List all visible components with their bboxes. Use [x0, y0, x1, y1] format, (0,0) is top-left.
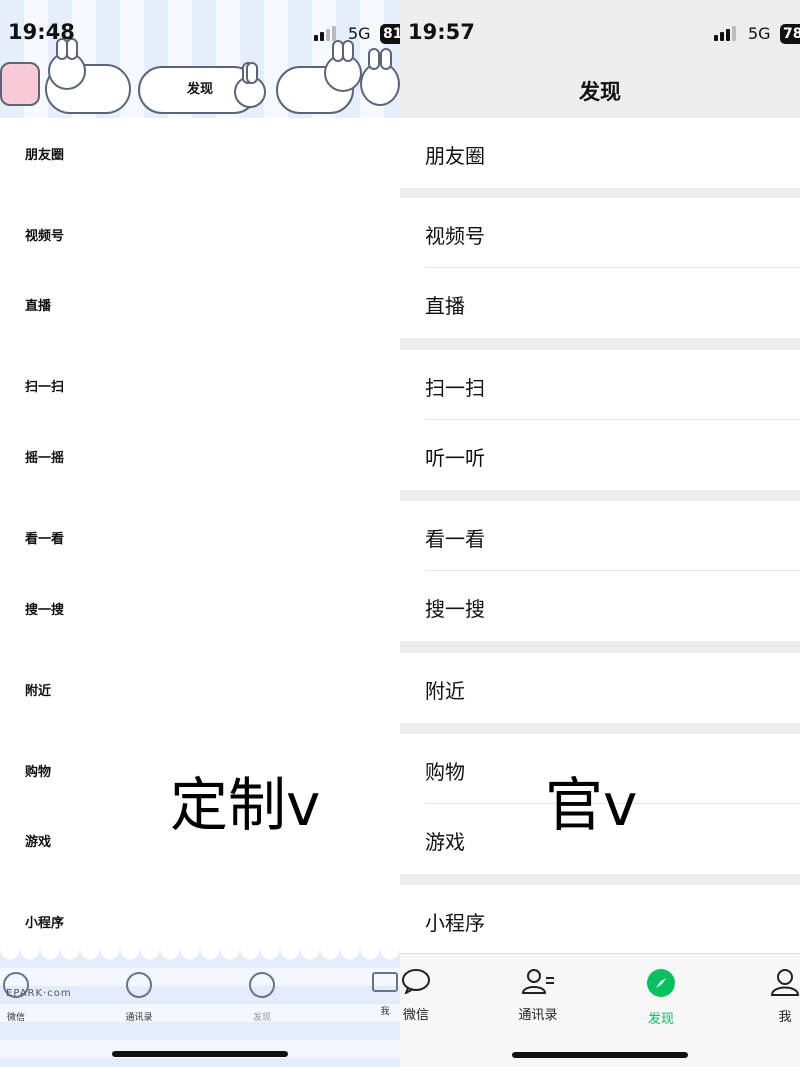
tab-me[interactable]: 我 — [355, 972, 400, 1017]
menu-label: 游戏 — [425, 830, 465, 854]
network-label: 5G — [748, 24, 771, 43]
menu-label: 朋友圈 — [425, 144, 485, 168]
tab-bar: 微信 通讯录 发现 我 — [400, 953, 800, 1067]
battery-icon: 78 — [780, 24, 800, 44]
contacts-icon — [126, 972, 152, 998]
menu-shake[interactable]: 摇一摇 — [25, 447, 64, 466]
menu-live[interactable]: 直播 — [25, 295, 51, 314]
tab-label: 发现 — [252, 1013, 271, 1023]
menu-moments[interactable]: 朋友圈 — [400, 118, 800, 188]
menu-label: 购物 — [425, 760, 465, 784]
discover-icon — [249, 972, 275, 998]
tab-discover[interactable]: 发现 — [621, 968, 701, 1027]
custom-theme-panel: 发现 19:48 5G 81 朋友圈 视频号 直播 扫一扫 摇一摇 看一看 搜一… — [0, 0, 400, 1067]
page-title: 发现 — [579, 80, 621, 104]
menu-label: 小程序 — [425, 911, 485, 935]
menu-mini-programs[interactable]: 小程序 — [25, 912, 64, 931]
tab-chats[interactable]: 微信 — [400, 968, 456, 1023]
tab-label: 我 — [380, 1007, 390, 1017]
tab-label: 通讯录 — [518, 1008, 558, 1023]
tab-label: 我 — [778, 1010, 792, 1025]
home-indicator[interactable] — [112, 1051, 288, 1057]
signal-icon — [314, 26, 336, 41]
watermark: EPARK·com — [6, 988, 72, 999]
menu-games[interactable]: 游戏 — [25, 831, 51, 850]
menu-label: 听一听 — [425, 446, 485, 470]
tab-discover[interactable]: 发现 — [232, 972, 292, 1023]
menu-label: 搜一搜 — [425, 597, 485, 621]
person-icon — [770, 969, 800, 996]
overlay-label: 定制v — [170, 771, 321, 839]
status-bar: 19:48 5G 81 — [0, 18, 400, 48]
tab-label: 通讯录 — [125, 1013, 153, 1023]
menu-channels[interactable]: 视频号 — [25, 225, 64, 244]
contacts-icon — [521, 969, 554, 994]
menu-top-stories[interactable]: 看一看 — [25, 528, 64, 547]
menu-label: 看一看 — [425, 527, 485, 551]
menu-nearby[interactable]: 附近 — [25, 680, 51, 699]
signal-icon — [714, 26, 736, 41]
menu-scan[interactable]: 扫一扫 — [25, 376, 64, 395]
mail-icon — [372, 972, 398, 992]
network-label: 5G — [348, 24, 371, 43]
tab-contacts[interactable]: 通讯录 — [109, 972, 169, 1023]
chat-icon — [402, 969, 430, 996]
status-time: 19:57 — [408, 20, 475, 44]
tab-me[interactable]: 我 — [745, 968, 800, 1025]
menu-channels[interactable]: 视频号 — [400, 198, 800, 268]
tab-bar: 微信 通讯录 发现 我 EPARK·com — [0, 950, 400, 1067]
wave-border — [0, 950, 400, 962]
tab-label: 发现 — [647, 1012, 674, 1027]
menu-label: 视频号 — [425, 224, 485, 248]
menu-top-stories[interactable]: 看一看 — [400, 501, 800, 571]
page-title: 发现 — [186, 82, 213, 97]
menu-search[interactable]: 搜一搜 — [25, 599, 64, 618]
menu-listen[interactable]: 听一听 — [400, 420, 800, 490]
tab-contacts[interactable]: 通讯录 — [498, 968, 578, 1023]
status-bar: 19:57 5G 78 — [400, 18, 800, 48]
menu-label: 直播 — [425, 294, 465, 318]
menu-label: 扫一扫 — [425, 376, 485, 400]
menu-label: 附近 — [425, 679, 465, 703]
status-time: 19:48 — [8, 20, 75, 44]
tab-label: 微信 — [402, 1008, 429, 1023]
tab-label: 微信 — [6, 1013, 25, 1023]
compass-icon — [647, 969, 675, 997]
battery-icon: 81 — [380, 24, 400, 44]
menu-scan[interactable]: 扫一扫 — [400, 350, 800, 420]
overlay-label: 官v — [545, 771, 638, 839]
home-indicator[interactable] — [512, 1052, 688, 1058]
menu-shopping[interactable]: 购物 — [25, 761, 51, 780]
menu-live[interactable]: 直播 — [400, 268, 800, 338]
menu-moments[interactable]: 朋友圈 — [25, 144, 64, 163]
menu-mini-programs[interactable]: 小程序 — [400, 885, 800, 955]
menu-nearby[interactable]: 附近 — [400, 653, 800, 723]
menu-search[interactable]: 搜一搜 — [400, 571, 800, 641]
official-theme-panel: 19:57 5G 78 发现 朋友圈 视频号 直播 扫一扫 听一听 看一看 搜一… — [400, 0, 800, 1067]
